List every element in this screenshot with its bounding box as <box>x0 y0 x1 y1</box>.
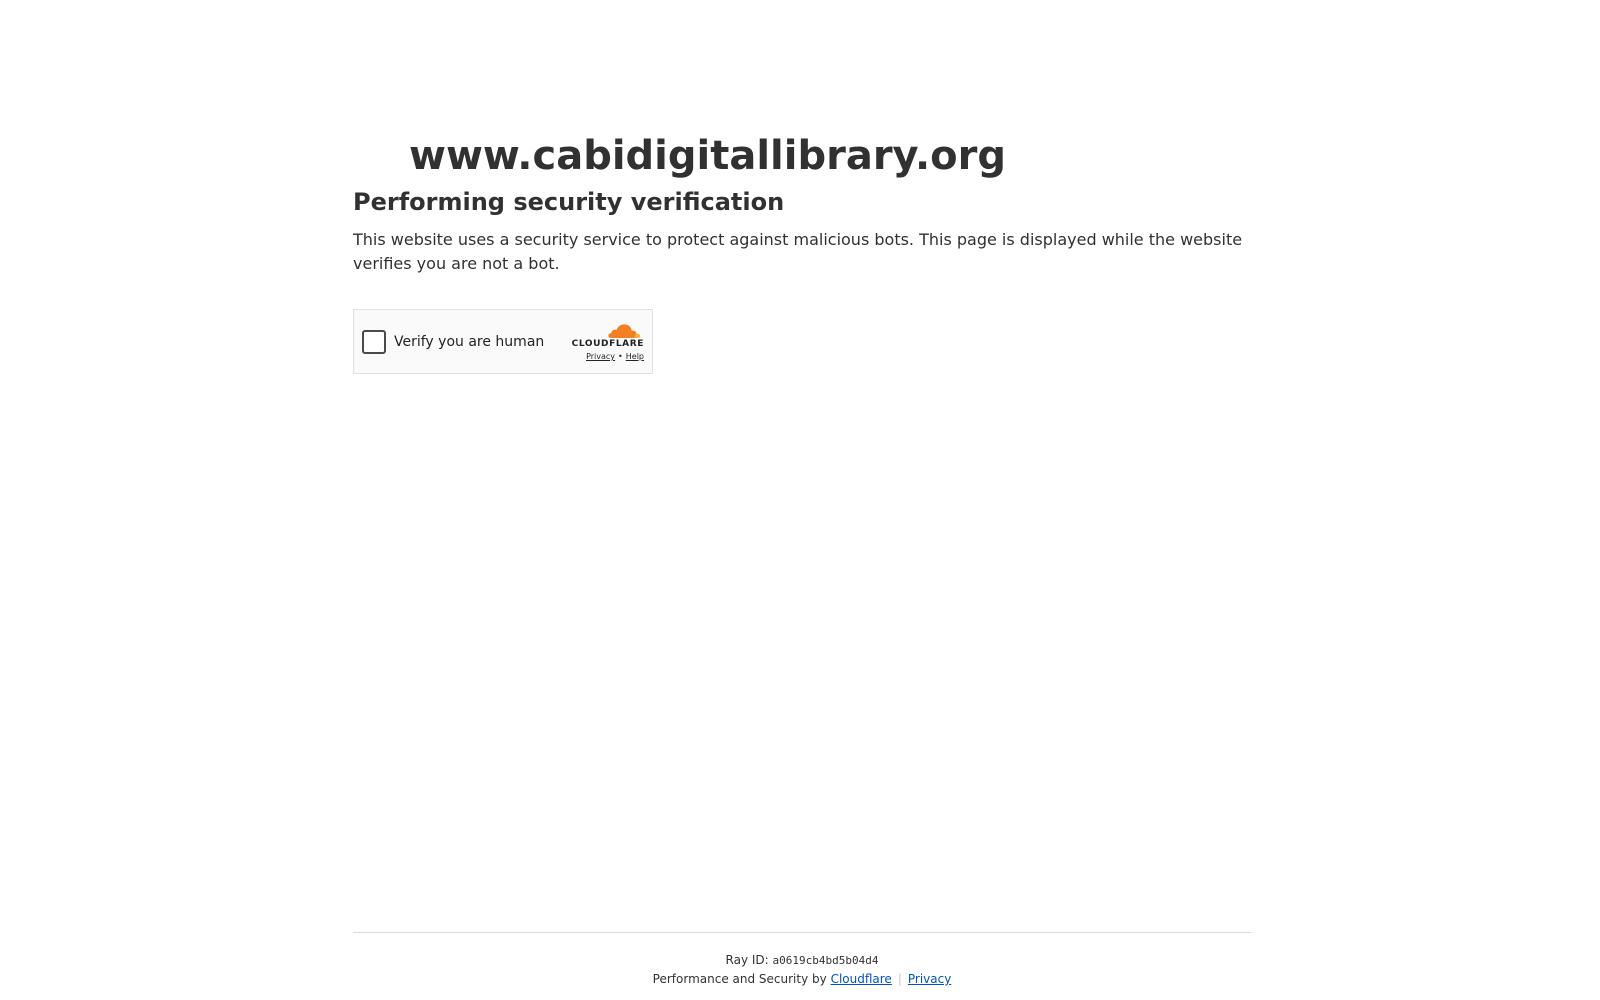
ray-id-value: a0619cb4bd5b04d4 <box>772 954 879 967</box>
cloudflare-branding: CLOUDFLARE Privacy • Help <box>572 322 644 362</box>
verify-checkbox[interactable] <box>362 329 386 354</box>
ray-id-line: Ray ID: a0619cb4bd5b04d4 <box>353 951 1251 970</box>
ray-id-label: Ray ID: <box>725 953 769 967</box>
page-heading: Performing security verification <box>353 188 785 216</box>
widget-help-link[interactable]: Help <box>626 352 644 361</box>
footer-privacy-link[interactable]: Privacy <box>908 972 951 986</box>
turnstile-widget: Verify you are human CLOUDFLARE Privacy •… <box>353 309 653 374</box>
security-verification-page: www.cabidigitallibrary.org Performing se… <box>0 0 1600 1000</box>
widget-links: Privacy • Help <box>586 352 644 362</box>
cloudflare-cloud-icon <box>608 324 641 338</box>
cloudflare-link[interactable]: Cloudflare <box>831 972 892 986</box>
footer-separator: | <box>897 972 902 986</box>
main-content: www.cabidigitallibrary.org Performing se… <box>353 128 1253 374</box>
performance-line: Performance and Security by Cloudflare | P… <box>353 970 1251 988</box>
cloudflare-wordmark: CLOUDFLARE <box>571 339 644 349</box>
widget-privacy-link[interactable]: Privacy <box>586 352 615 361</box>
description-text: This website uses a security service to … <box>353 230 1243 273</box>
page-footer: Ray ID: a0619cb4bd5b04d4 Performance and… <box>353 932 1251 988</box>
link-separator: • <box>618 352 623 361</box>
site-title: www.cabidigitallibrary.org <box>409 133 1006 179</box>
performance-text: Performance and Security by <box>652 972 827 986</box>
verify-label[interactable]: Verify you are human <box>394 334 544 350</box>
